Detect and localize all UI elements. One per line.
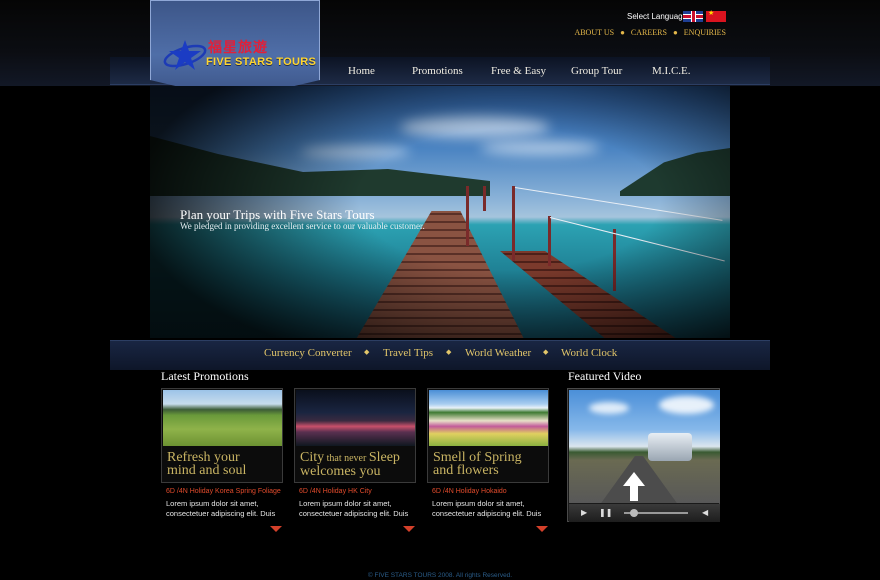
promo-subtitle[interactable]: 6D /4N Holiday Korea Spring Foliage <box>166 488 281 495</box>
cloud <box>589 402 629 414</box>
hero-subtitle: We pledged in providing excellent servic… <box>180 221 425 231</box>
quick-link-travel-tips[interactable]: Travel Tips <box>383 347 433 359</box>
pause-icon[interactable]: ❚❚ <box>599 508 612 517</box>
nav-item-home[interactable]: Home <box>348 65 375 77</box>
nav-item-group-tour[interactable]: Group Tour <box>571 65 622 77</box>
promo-caption-word: Sleep <box>368 450 400 465</box>
quick-link-currency-converter[interactable]: Currency Converter <box>264 347 352 359</box>
nav-item-promotions[interactable]: Promotions <box>412 65 463 77</box>
featured-video-title: Featured Video <box>568 369 642 383</box>
city-night-image <box>296 390 415 446</box>
quick-link-world-weather[interactable]: World Weather <box>465 347 531 359</box>
uk-flag-icon[interactable] <box>683 11 703 22</box>
promo-caption-word: that never <box>324 453 369 464</box>
flower-field-image <box>429 390 548 446</box>
video-frame <box>569 390 720 503</box>
bullet-icon: ● <box>672 28 678 37</box>
arrow-down-icon[interactable] <box>403 526 415 532</box>
diamond-icon: ◆ <box>446 348 452 356</box>
quick-link-world-clock[interactable]: World Clock <box>561 347 617 359</box>
diamond-icon: ◆ <box>543 348 549 356</box>
road-arrow <box>630 485 638 501</box>
latest-promotions-title: Latest Promotions <box>161 369 249 383</box>
cloud <box>659 396 714 414</box>
logo-chinese-name: 福星旅遊 <box>208 40 268 56</box>
arrow-down-icon[interactable] <box>536 526 548 532</box>
promo-card-hk[interactable]: City that never Sleep welcomes you <box>294 388 416 483</box>
video-controls: ▶ ❚❚ ◀ <box>569 504 720 522</box>
promo-caption-line: and flowers <box>433 463 499 478</box>
play-icon[interactable]: ▶ <box>581 508 587 517</box>
select-language-label: Select Language <box>627 12 688 21</box>
quick-links-band <box>110 340 770 370</box>
bullet-icon: ● <box>620 28 625 37</box>
road-arrow <box>623 472 645 486</box>
bus <box>648 433 692 461</box>
top-link-enquiries[interactable]: ENQUIRIES <box>684 28 726 37</box>
promo-subtitle[interactable]: 6D /4N Holiday Hokaido <box>432 488 507 495</box>
tea-field-image <box>163 390 282 446</box>
volume-icon[interactable]: ◀ <box>702 508 708 517</box>
star-logo-icon <box>163 40 207 70</box>
video-player[interactable]: ▶ ❚❚ ◀ <box>567 388 720 522</box>
logo-english-name: FIVE STARS TOURS <box>206 56 317 68</box>
promo-description: Lorem ipsum dolor sit amet, consectetuer… <box>166 499 276 518</box>
top-link-about-us[interactable]: ABOUT US <box>574 28 614 37</box>
main-nav: Home Promotions Free & Easy Group Tour M… <box>340 65 700 79</box>
promo-caption: Smell of Spring and flowers <box>433 451 522 478</box>
top-links: ABOUT US ● CAREERS ● ENQUIRIES <box>574 28 726 37</box>
promo-card-hokaido[interactable]: Smell of Spring and flowers <box>427 388 549 483</box>
footer-copyright: © FIVE STARS TOURS 2008. All rights Rese… <box>367 572 513 579</box>
promo-caption-word: City <box>300 450 325 465</box>
promo-caption: City that never Sleep welcomes you <box>300 450 400 479</box>
diamond-icon: ◆ <box>364 348 370 356</box>
promo-description: Lorem ipsum dolor sit amet, consectetuer… <box>432 499 542 518</box>
promo-caption-line: welcomes you <box>300 464 381 479</box>
video-progress-knob[interactable] <box>629 509 638 517</box>
promo-caption-line: mind and soul <box>167 463 247 478</box>
promo-description: Lorem ipsum dolor sit amet, consectetuer… <box>299 499 409 518</box>
promo-card-korea[interactable]: Refresh your mind and soul <box>161 388 283 483</box>
top-link-careers[interactable]: CAREERS <box>631 28 667 37</box>
nav-item-free-easy[interactable]: Free & Easy <box>491 65 546 77</box>
arrow-down-icon[interactable] <box>270 526 282 532</box>
china-flag-icon[interactable] <box>706 9 726 22</box>
promo-subtitle[interactable]: 6D /4N Holiday HK City <box>299 488 372 495</box>
nav-item-mice[interactable]: M.I.C.E. <box>652 65 691 77</box>
promo-caption: Refresh your mind and soul <box>167 451 247 478</box>
